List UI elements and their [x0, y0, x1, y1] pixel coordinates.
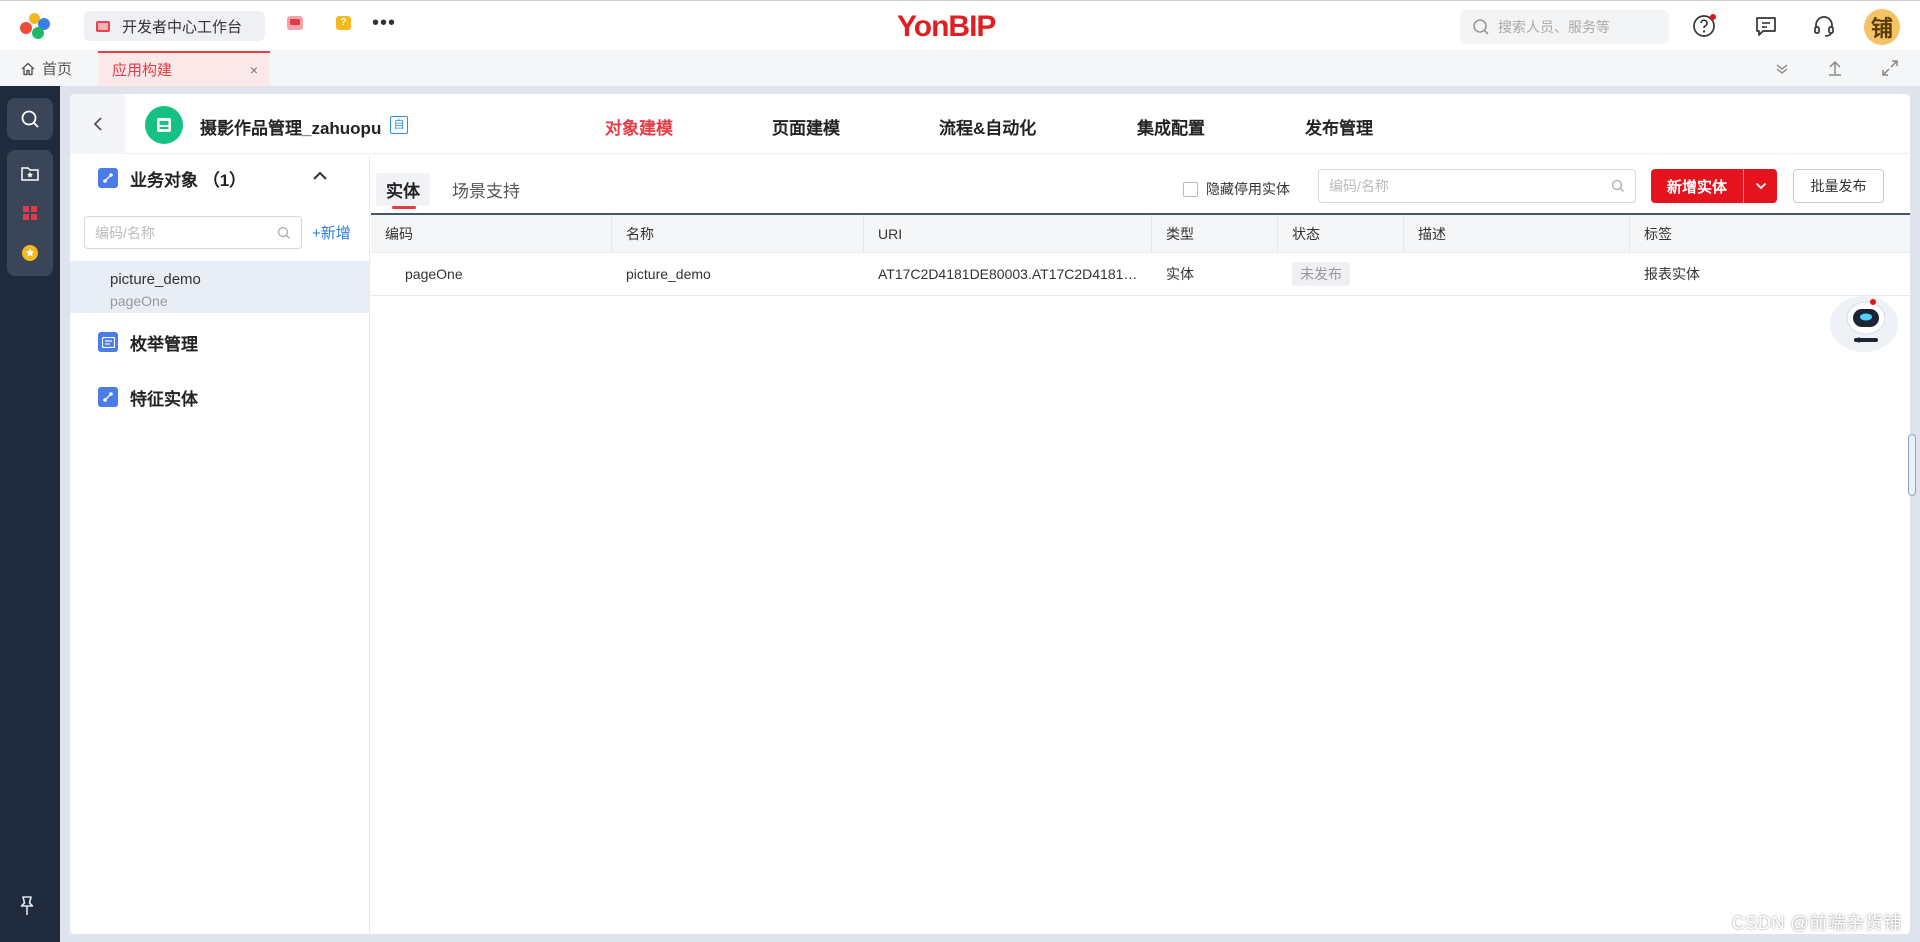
- back-button[interactable]: [70, 94, 125, 154]
- nav-page-modeling[interactable]: 页面建模: [772, 114, 840, 139]
- headset-icon[interactable]: [1810, 12, 1838, 40]
- plus-icon: +: [312, 225, 321, 242]
- enum-management-title: 枚举管理: [130, 334, 198, 354]
- tab-app-build-label: 应用构建: [112, 62, 173, 79]
- workbench-label: 开发者中心工作台: [122, 18, 243, 36]
- sidebar-item-picture-demo[interactable]: picture_demo pageOne: [70, 261, 369, 313]
- business-object-title: 业务对象 （1）: [130, 170, 247, 190]
- nav-object-modeling[interactable]: 对象建模: [605, 114, 673, 139]
- chevron-down-icon[interactable]: [1772, 58, 1792, 78]
- chevron-up-icon[interactable]: [312, 169, 328, 185]
- chevron-left-icon: [93, 117, 102, 131]
- entity-search-input[interactable]: 编码/名称: [1318, 169, 1636, 203]
- assistant-robot-icon[interactable]: [1826, 288, 1902, 358]
- business-object-group[interactable]: 业务对象 （1）: [98, 167, 247, 190]
- cell-name: picture_demo: [626, 266, 711, 282]
- sidebar-item-name: picture_demo: [110, 271, 201, 288]
- add-entity-label: 新增实体: [1666, 178, 1727, 196]
- table-header: 编码 名称 URI 类型 状态 描述 标签: [371, 215, 1910, 253]
- tab-entity[interactable]: 实体: [376, 173, 430, 209]
- brand-logo: YonBIP: [897, 10, 996, 43]
- entity-search-placeholder: 编码/名称: [1329, 178, 1389, 194]
- app-logo[interactable]: [20, 13, 50, 39]
- message-icon[interactable]: [1752, 12, 1780, 40]
- cell-status: 未发布: [1278, 253, 1404, 296]
- nav-process-automation[interactable]: 流程&自动化: [939, 114, 1036, 139]
- sidebar-item-code: pageOne: [110, 293, 168, 309]
- add-entity-button[interactable]: 新增实体: [1651, 169, 1777, 203]
- sidebar-search-input[interactable]: 编码/名称: [84, 216, 302, 249]
- feature-entity-title: 特征实体: [130, 389, 198, 409]
- app-type-badge: 自: [390, 116, 408, 134]
- nav-integration-config[interactable]: 集成配置: [1137, 114, 1205, 139]
- column-header-description[interactable]: 描述: [1404, 215, 1630, 253]
- business-object-icon: [98, 168, 118, 188]
- more-icon[interactable]: •••: [372, 13, 396, 33]
- status-badge: 未发布: [1292, 262, 1350, 286]
- search-icon: [21, 110, 39, 128]
- global-search-input[interactable]: 搜索人员、服务等: [1460, 10, 1669, 44]
- pin-icon[interactable]: [18, 895, 36, 920]
- search-icon: [1611, 179, 1624, 192]
- cell-code: pageOne: [405, 266, 463, 282]
- tab-home[interactable]: 首页: [20, 58, 72, 79]
- enum-icon: [98, 332, 118, 352]
- column-header-code[interactable]: 编码: [371, 215, 612, 253]
- tab-app-build[interactable]: 应用构建 ×: [98, 51, 270, 86]
- workbench-chip[interactable]: 开发者中心工作台: [84, 11, 265, 41]
- tab-home-label: 首页: [42, 61, 73, 78]
- help-icon[interactable]: [1691, 12, 1719, 40]
- left-rail: [0, 86, 60, 942]
- rail-search-button[interactable]: [7, 98, 53, 140]
- search-icon: [1473, 19, 1489, 35]
- table-row[interactable]: pageOne picture_demo AT17C2D4181DE80003.…: [371, 253, 1910, 296]
- app-icon: [145, 106, 183, 144]
- cell-description: [1404, 253, 1630, 296]
- hide-disabled-label: 隐藏停用实体: [1206, 181, 1290, 197]
- cell-type: 实体: [1166, 266, 1194, 282]
- column-header-tag[interactable]: 标签: [1630, 215, 1910, 253]
- home-icon: [21, 62, 35, 75]
- close-icon[interactable]: ×: [250, 62, 258, 78]
- column-header-uri[interactable]: URI: [864, 215, 1152, 253]
- tab-scenario-support[interactable]: 场景支持: [452, 177, 520, 202]
- nav-publish-management[interactable]: 发布管理: [1305, 114, 1373, 139]
- rail-app-group: [7, 150, 53, 276]
- app-name: 摄影作品管理_zahuopu: [200, 119, 382, 138]
- search-icon: [277, 226, 290, 239]
- question-app-icon[interactable]: ?: [336, 16, 351, 30]
- folder-star-icon[interactable]: [21, 164, 39, 182]
- chevron-down-icon[interactable]: [1743, 169, 1777, 203]
- hide-disabled-checkbox[interactable]: 隐藏停用实体: [1183, 179, 1290, 199]
- tab-strip: 首页 应用构建 ×: [0, 50, 1920, 86]
- entity-content: 实体 场景支持 隐藏停用实体 编码/名称 新增实体 批量发布 编码 名称 URI…: [371, 155, 1910, 934]
- message-app-icon[interactable]: [287, 16, 303, 30]
- app-header: 摄影作品管理_zahuopu 自 对象建模 页面建模 流程&自动化 集成配置 发…: [70, 94, 1910, 154]
- watermark: CSDN @前端杂货铺: [1732, 913, 1902, 933]
- top-bar: 开发者中心工作台 ? ••• YonBIP 搜索人员、服务等 铺: [0, 0, 1920, 50]
- checkbox-box[interactable]: [1183, 181, 1198, 197]
- cell-uri: AT17C2D4181DE80003.AT17C2D4181D...: [878, 266, 1146, 282]
- feature-entity-group[interactable]: 特征实体: [98, 386, 198, 409]
- column-header-type[interactable]: 类型: [1152, 215, 1278, 253]
- add-object-button[interactable]: +新增: [312, 222, 351, 243]
- yellow-app-icon[interactable]: [21, 244, 39, 262]
- fullscreen-icon[interactable]: [1880, 58, 1900, 78]
- user-avatar[interactable]: 铺: [1864, 9, 1900, 45]
- sidebar-search-placeholder: 编码/名称: [95, 224, 155, 241]
- enum-management-group[interactable]: 枚举管理: [98, 331, 198, 354]
- feature-entity-icon: [98, 387, 118, 407]
- global-search-placeholder: 搜索人员、服务等: [1498, 19, 1610, 35]
- upload-icon[interactable]: [1825, 58, 1845, 78]
- batch-publish-button[interactable]: 批量发布: [1793, 169, 1884, 203]
- red-app-icon[interactable]: [21, 204, 39, 222]
- column-header-status[interactable]: 状态: [1278, 215, 1404, 253]
- entity-table: 编码 名称 URI 类型 状态 描述 标签 pageOne picture_de…: [371, 213, 1910, 296]
- object-sidebar: 业务对象 （1） 编码/名称 +新增 picture_demo pageOne …: [70, 155, 370, 934]
- main-card: 摄影作品管理_zahuopu 自 对象建模 页面建模 流程&自动化 集成配置 发…: [70, 94, 1910, 934]
- column-header-name[interactable]: 名称: [612, 215, 864, 253]
- page-scrollbar[interactable]: [1908, 434, 1916, 496]
- add-object-label: 新增: [320, 225, 351, 242]
- workbench-icon: [96, 20, 110, 32]
